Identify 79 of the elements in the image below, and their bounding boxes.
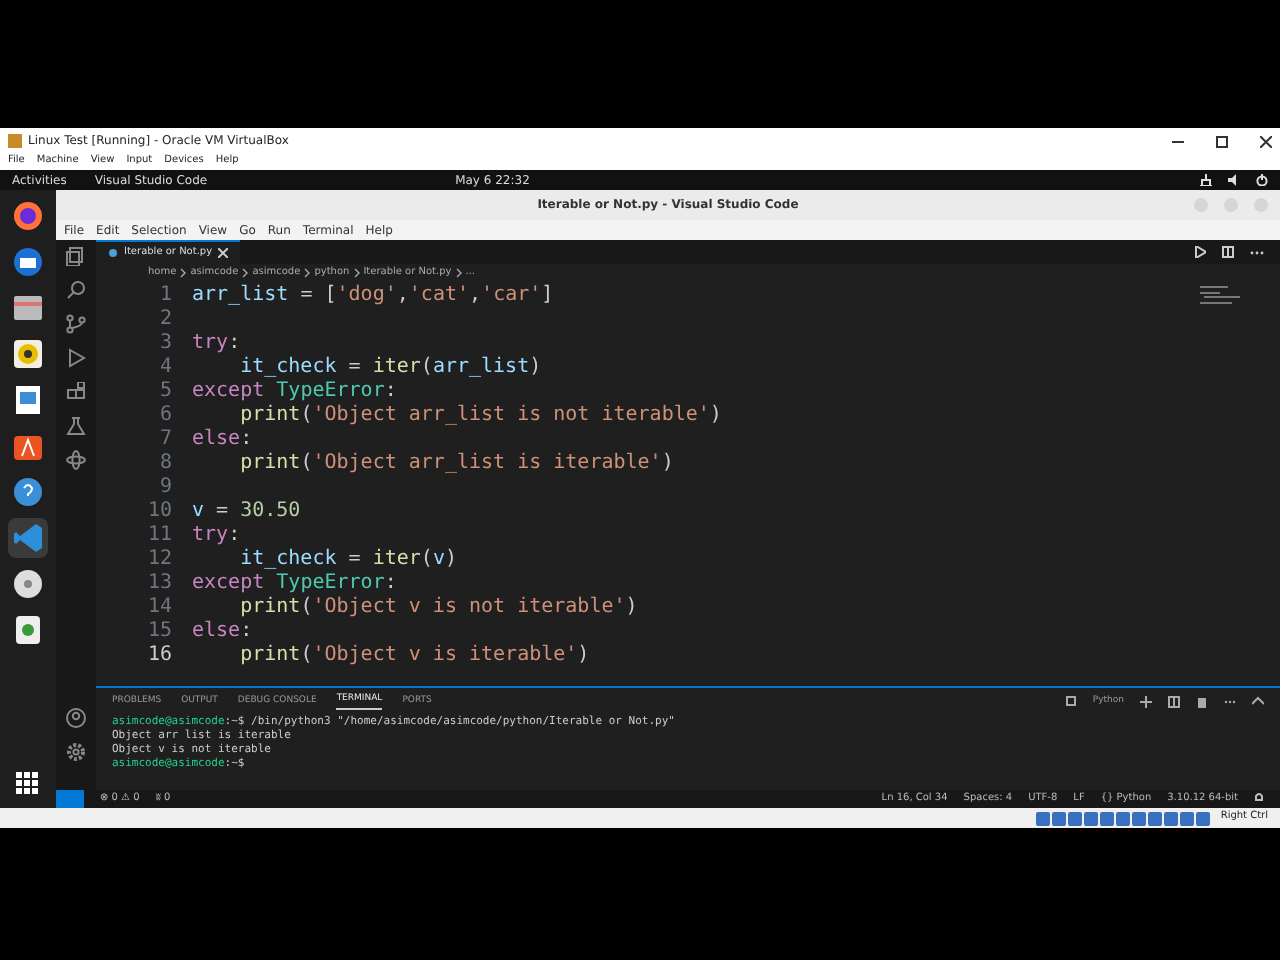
maximize-icon[interactable]: [1216, 135, 1228, 147]
line-number: 5: [157, 380, 174, 404]
code-line: it_check = iter(arr_list): [238, 356, 542, 380]
dock-item[interactable]: [8, 564, 48, 604]
more-icon[interactable]: [1224, 695, 1236, 708]
chevron-up-icon[interactable]: [1252, 695, 1264, 708]
dock-item[interactable]: [8, 472, 48, 512]
code-line: it_check = iter(v): [238, 548, 457, 572]
extensions-icon[interactable]: [66, 382, 86, 402]
bell-icon[interactable]: [1254, 791, 1264, 802]
app-grid-icon[interactable]: [16, 772, 40, 796]
line-number: 9: [157, 476, 174, 500]
line-number: 4: [157, 356, 174, 380]
line-number: 8: [157, 452, 174, 476]
line-number: 6: [157, 404, 174, 428]
line-number: 3: [157, 332, 174, 356]
code-line: try:: [192, 332, 241, 356]
line-number: 7: [157, 428, 174, 452]
split-icon[interactable]: [1168, 695, 1180, 708]
close-icon[interactable]: [1260, 135, 1272, 147]
code-line: arr_list = ['dog','cat','car']: [192, 284, 554, 308]
line-number: 2: [157, 308, 174, 332]
flask-icon[interactable]: [66, 416, 86, 436]
search-icon[interactable]: [66, 280, 86, 300]
network-icon[interactable]: [1200, 174, 1212, 186]
settings-icon[interactable]: [66, 742, 86, 762]
terminal-icon: [1066, 696, 1077, 707]
branch-icon[interactable]: [66, 314, 86, 334]
chevron-right-icon: [455, 268, 462, 278]
code-line: else:: [192, 620, 253, 644]
chevron-right-icon: [304, 268, 311, 278]
line-number: 1: [157, 284, 174, 308]
virtualbox-icon: [8, 134, 22, 148]
line-number: 16: [145, 644, 174, 668]
volume-icon[interactable]: [1228, 174, 1240, 186]
files-icon: [12, 292, 44, 324]
minimize-icon[interactable]: [1172, 135, 1184, 147]
code-line: print('Object arr_list is iterable'): [238, 452, 674, 476]
split-editor-icon[interactable]: [1222, 246, 1234, 258]
chevron-right-icon: [242, 268, 249, 278]
python-file-icon: [108, 248, 118, 258]
code-line: except TypeError:: [192, 380, 397, 404]
dock-item[interactable]: [8, 242, 48, 282]
trash-icon[interactable]: [1196, 695, 1208, 708]
chevron-right-icon: [180, 268, 187, 278]
code-line: v = 30.50: [192, 500, 301, 524]
run-icon[interactable]: [1194, 246, 1206, 258]
dock-item[interactable]: [8, 196, 48, 236]
atom-icon[interactable]: [66, 450, 86, 470]
code-line: else:: [192, 428, 253, 452]
code-line: try:: [192, 524, 241, 548]
line-number: 10: [145, 500, 174, 524]
line-number: 11: [145, 524, 174, 548]
line-number: 13: [145, 572, 174, 596]
code-line: print('Object arr_list is not iterable'): [239, 404, 722, 428]
rhythmbox-icon: [12, 338, 44, 370]
explorer-icon[interactable]: [66, 246, 86, 266]
line-number: 12: [145, 548, 174, 572]
code-line: print('Object v is iterable'): [238, 644, 590, 668]
firefox-icon: [12, 200, 44, 232]
plus-icon[interactable]: [1140, 695, 1152, 708]
thunderbird-icon: [12, 246, 44, 278]
line-number: 14: [145, 596, 174, 620]
help-icon: [12, 476, 44, 508]
power-icon[interactable]: [1256, 174, 1268, 186]
run-icon[interactable]: [66, 348, 86, 368]
disc-icon: [12, 568, 44, 600]
chevron-right-icon: [353, 268, 360, 278]
line-number: 15: [145, 620, 174, 644]
dock-item[interactable]: [8, 334, 48, 374]
code-line: except TypeError:: [192, 572, 397, 596]
minimap-drawing: [1200, 286, 1240, 310]
writer-icon: [12, 384, 44, 416]
code-line: print('Object v is not iterable'): [239, 596, 638, 620]
more-icon[interactable]: [1250, 249, 1264, 255]
trash-icon: [12, 614, 44, 646]
account-icon[interactable]: [66, 708, 86, 728]
software-icon: [12, 430, 44, 462]
vscode-icon: [12, 522, 44, 554]
